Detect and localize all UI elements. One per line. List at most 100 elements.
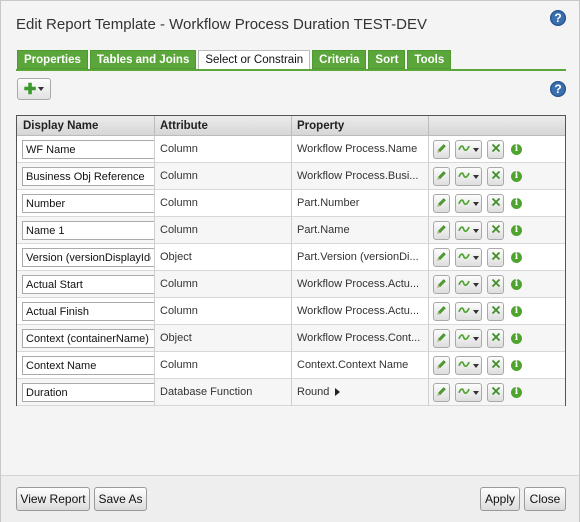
view-report-button[interactable]: View Report — [16, 487, 90, 511]
edit-button[interactable] — [433, 302, 450, 321]
table-row[interactable]: Database Function Round i — [17, 379, 565, 406]
info-icon[interactable]: i — [511, 252, 522, 263]
add-item-button[interactable]: ✚ — [17, 78, 51, 100]
chevron-down-icon — [38, 87, 45, 91]
function-menu-button[interactable] — [455, 167, 482, 186]
attribute-cell: Column — [160, 170, 198, 182]
edit-button[interactable] — [433, 275, 450, 294]
chevron-down-icon — [473, 282, 479, 287]
display-name-input[interactable] — [22, 356, 155, 375]
function-menu-button[interactable] — [455, 329, 482, 348]
property-text: Context.Context Name — [297, 359, 409, 371]
table-row[interactable]: Object Workflow Process.Cont... i — [17, 325, 565, 352]
edit-button[interactable] — [433, 383, 450, 402]
edit-button[interactable] — [433, 221, 450, 240]
property-cell: Workflow Process.Actu... — [297, 298, 423, 325]
property-text: Workflow Process.Actu... — [297, 305, 420, 317]
column-header-attribute[interactable]: Attribute — [154, 116, 291, 136]
table-row[interactable]: Object Part.Version (versionDi... i — [17, 244, 565, 271]
info-icon[interactable]: i — [511, 225, 522, 236]
tab-tools[interactable]: Tools — [407, 50, 452, 69]
tab-sort[interactable]: Sort — [368, 50, 406, 69]
function-menu-button[interactable] — [455, 194, 482, 213]
function-icon — [458, 359, 471, 372]
display-name-input[interactable] — [22, 329, 155, 348]
function-menu-button[interactable] — [455, 275, 482, 294]
submenu-arrow-icon[interactable] — [335, 388, 341, 397]
edit-button[interactable] — [433, 248, 450, 267]
info-icon[interactable]: i — [511, 144, 522, 155]
delete-button[interactable] — [487, 383, 504, 402]
tab-underline — [16, 69, 566, 71]
column-header-property[interactable]: Property — [291, 116, 428, 136]
info-icon[interactable]: i — [511, 333, 522, 344]
function-icon — [458, 332, 471, 345]
close-icon — [491, 170, 501, 183]
edit-button[interactable] — [433, 194, 450, 213]
close-icon — [491, 143, 501, 156]
edit-button[interactable] — [433, 167, 450, 186]
display-name-input[interactable] — [22, 248, 155, 267]
table-row[interactable]: Column Workflow Process.Busi... i — [17, 163, 565, 190]
chevron-down-icon — [473, 174, 479, 179]
display-name-input[interactable] — [22, 194, 155, 213]
close-button[interactable]: Close — [524, 487, 566, 511]
display-name-input[interactable] — [22, 167, 155, 186]
display-name-input[interactable] — [22, 275, 155, 294]
info-icon[interactable]: i — [511, 387, 522, 398]
column-header-display-name[interactable]: Display Name — [17, 116, 154, 136]
property-text: Workflow Process.Name — [297, 143, 418, 155]
help-icon[interactable]: ? — [550, 10, 566, 26]
delete-button[interactable] — [487, 329, 504, 348]
table-row[interactable]: Column Context.Context Name i — [17, 352, 565, 379]
table-row[interactable]: Column Workflow Process.Actu... i — [17, 298, 565, 325]
delete-button[interactable] — [487, 221, 504, 240]
tab-bar: Properties Tables and Joins Select or Co… — [17, 50, 453, 70]
delete-button[interactable] — [487, 275, 504, 294]
edit-button[interactable] — [433, 329, 450, 348]
close-icon — [491, 332, 501, 345]
function-icon — [458, 224, 471, 237]
info-icon[interactable]: i — [511, 198, 522, 209]
function-menu-button[interactable] — [455, 356, 482, 375]
info-icon[interactable]: i — [511, 171, 522, 182]
tab-properties[interactable]: Properties — [17, 50, 88, 69]
attribute-cell: Column — [160, 359, 198, 371]
function-menu-button[interactable] — [455, 248, 482, 267]
save-as-button[interactable]: Save As — [94, 487, 147, 511]
function-menu-button[interactable] — [455, 383, 482, 402]
property-cell: Workflow Process.Cont... — [297, 325, 423, 352]
delete-button[interactable] — [487, 167, 504, 186]
table-row[interactable]: Column Part.Number i — [17, 190, 565, 217]
table-row[interactable]: Column Workflow Process.Actu... i — [17, 271, 565, 298]
delete-button[interactable] — [487, 356, 504, 375]
delete-button[interactable] — [487, 140, 504, 159]
table-row[interactable]: Column Part.Name i — [17, 217, 565, 244]
edit-button[interactable] — [433, 356, 450, 375]
close-icon — [491, 251, 501, 264]
display-name-input[interactable] — [22, 302, 155, 321]
apply-button[interactable]: Apply — [480, 487, 520, 511]
function-menu-button[interactable] — [455, 221, 482, 240]
delete-button[interactable] — [487, 194, 504, 213]
attribute-cell: Column — [160, 197, 198, 209]
info-icon[interactable]: i — [511, 306, 522, 317]
pencil-icon — [436, 332, 447, 346]
display-name-input[interactable] — [22, 383, 155, 402]
function-icon — [458, 386, 471, 399]
tab-criteria[interactable]: Criteria — [312, 50, 367, 69]
delete-button[interactable] — [487, 248, 504, 267]
function-menu-button[interactable] — [455, 140, 482, 159]
function-menu-button[interactable] — [455, 302, 482, 321]
info-icon[interactable]: i — [511, 279, 522, 290]
display-name-input[interactable] — [22, 221, 155, 240]
help-icon[interactable]: ? — [550, 81, 566, 97]
tab-tables-and-joins[interactable]: Tables and Joins — [89, 50, 197, 69]
edit-button[interactable] — [433, 140, 450, 159]
display-name-input[interactable] — [22, 140, 155, 159]
tab-select-or-constrain[interactable]: Select or Constrain — [198, 50, 311, 70]
chevron-down-icon — [473, 255, 479, 260]
info-icon[interactable]: i — [511, 360, 522, 371]
delete-button[interactable] — [487, 302, 504, 321]
table-row[interactable]: Column Workflow Process.Name i — [17, 136, 565, 163]
